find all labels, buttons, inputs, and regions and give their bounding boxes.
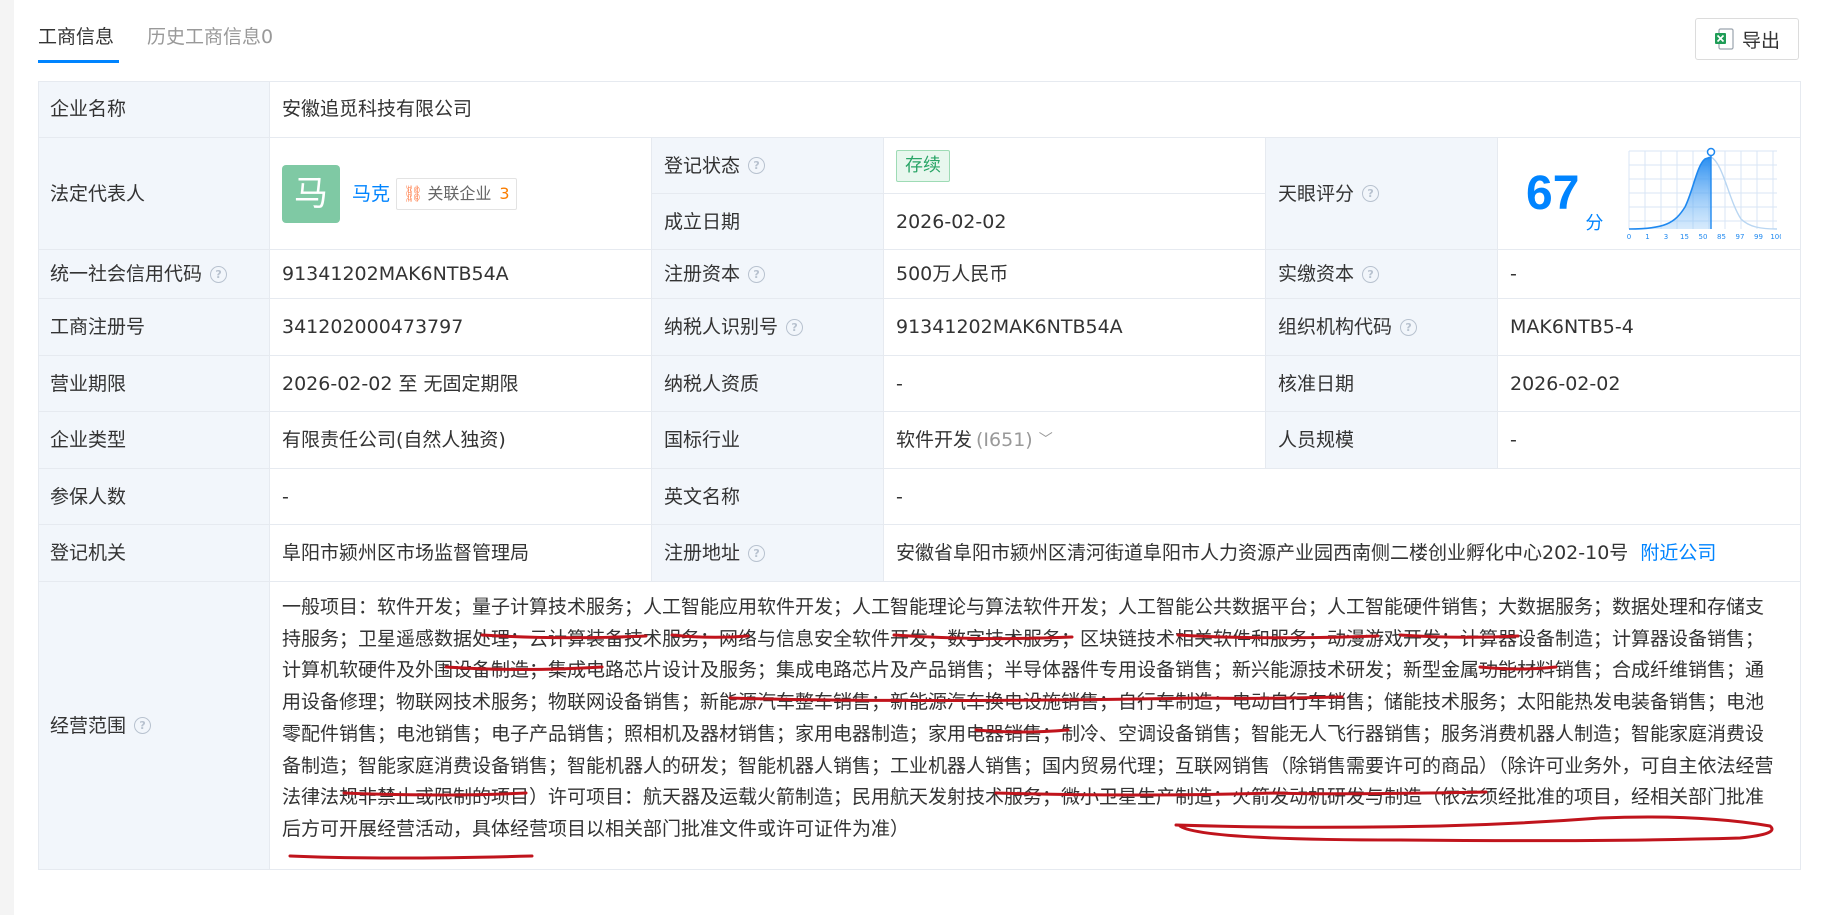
- label-insured: 参保人数: [38, 469, 270, 525]
- legal-rep-name-link[interactable]: 马克: [352, 181, 390, 207]
- help-icon[interactable]: ?: [786, 318, 804, 336]
- related-companies-label: 关联企业: [427, 183, 492, 203]
- export-button[interactable]: 导出: [1695, 18, 1799, 60]
- tianyan-score-cell[interactable]: 67 分 0 1 3 15 50 85 97 99 100: [1498, 138, 1801, 250]
- industry-dropdown[interactable]: 软件开发 (I651) ﹀: [884, 412, 1266, 469]
- label-industry: 国标行业: [652, 412, 884, 469]
- label-reg-capital-text: 注册资本: [664, 263, 741, 285]
- help-icon[interactable]: ?: [134, 717, 152, 734]
- label-scope: 经营范围?: [38, 582, 270, 870]
- score-tick-label: 3: [1664, 233, 1668, 241]
- value-approval-date: 2026-02-02: [1498, 356, 1801, 412]
- score-value: 67: [1526, 166, 1580, 220]
- label-paid-capital: 实缴资本?: [1266, 250, 1498, 299]
- label-reg-number: 工商注册号: [38, 299, 270, 356]
- value-org-code: MAK6NTB5-4: [1498, 299, 1801, 356]
- business-info-table: 企业名称 安徽追觅科技有限公司 法定代表人 马 马克 ⛓ 关联企业 3 登记状态?…: [38, 81, 1801, 870]
- chevron-down-icon: ﹀: [1038, 432, 1053, 448]
- label-reg-status: 登记状态?: [652, 138, 884, 194]
- label-staff-size: 人员规模: [1266, 412, 1498, 469]
- label-credit-code-text: 统一社会信用代码: [50, 263, 203, 285]
- label-taxpayer-id-text: 纳税人识别号: [664, 316, 779, 338]
- score-tick-label: 1: [1646, 233, 1650, 241]
- score-tick-label: 97: [1736, 233, 1745, 241]
- value-industry: 软件开发: [896, 429, 973, 451]
- score-tick-label: 15: [1680, 233, 1689, 241]
- label-company-type: 企业类型: [38, 412, 270, 469]
- value-address: 安徽省阜阳市颍州区清河街道阜阳市人力资源产业园西南侧二楼创业孵化中心202-10…: [896, 542, 1629, 564]
- label-scope-text: 经营范围: [50, 714, 127, 737]
- network-icon: ⛓: [403, 183, 424, 203]
- value-reg-capital: 500万人民币: [884, 250, 1266, 299]
- value-taxpayer-id: 91341202MAK6NTB54A: [884, 299, 1266, 356]
- help-icon[interactable]: ?: [210, 265, 228, 283]
- label-paid-capital-text: 实缴资本: [1278, 263, 1355, 285]
- label-org-code: 组织机构代码?: [1266, 299, 1498, 356]
- value-english-name: -: [884, 469, 1801, 525]
- value-company-name: 安徽追觅科技有限公司: [270, 81, 1801, 138]
- help-icon[interactable]: ?: [1362, 265, 1380, 283]
- label-reg-status-text: 登记状态: [664, 154, 741, 177]
- value-credit-code: 91341202MAK6NTB54A: [270, 250, 652, 299]
- legal-rep-cell: 马 马克 ⛓ 关联企业 3: [270, 138, 652, 250]
- label-authority: 登记机关: [38, 525, 270, 582]
- label-company-name: 企业名称: [38, 81, 270, 138]
- label-tianyan-score-text: 天眼评分: [1278, 182, 1355, 205]
- nearby-companies-link[interactable]: 附近公司: [1640, 540, 1716, 566]
- value-insured: -: [270, 469, 652, 525]
- related-companies-count: 3: [499, 183, 510, 203]
- industry-code: (I651): [976, 429, 1033, 451]
- label-term: 营业期限: [38, 356, 270, 412]
- value-authority: 阜阳市颍州区市场监督管理局: [270, 525, 652, 582]
- label-founded: 成立日期: [652, 194, 884, 250]
- value-taxpayer-qual: -: [884, 356, 1266, 412]
- active-tab-indicator: [38, 60, 119, 63]
- value-staff-size: -: [1498, 412, 1801, 469]
- help-icon[interactable]: ?: [748, 265, 766, 283]
- score-tick-label: 0: [1627, 233, 1631, 241]
- label-tianyan-score: 天眼评分?: [1266, 138, 1498, 250]
- help-icon[interactable]: ?: [1400, 318, 1418, 336]
- label-reg-capital: 注册资本?: [652, 250, 884, 299]
- label-address-text: 注册地址: [664, 542, 741, 564]
- value-founded: 2026-02-02: [884, 194, 1266, 250]
- help-icon[interactable]: ?: [1362, 185, 1380, 202]
- tab-history-business-info[interactable]: 历史工商信息0: [147, 24, 273, 50]
- label-approval-date: 核准日期: [1266, 356, 1498, 412]
- value-term: 2026-02-02 至 无固定期限: [270, 356, 652, 412]
- value-scope: 一般项目：软件开发；量子计算技术服务；人工智能应用软件开发；人工智能理论与算法软…: [282, 596, 1774, 840]
- help-icon[interactable]: ?: [748, 544, 766, 562]
- value-reg-number: 341202000473797: [270, 299, 652, 356]
- score-distribution-chart: 0 1 3 15 50 85 97 99 100: [1627, 147, 1782, 241]
- label-taxpayer-qual: 纳税人资质: [652, 356, 884, 412]
- export-label: 导出: [1741, 29, 1780, 52]
- value-reg-status-cell: 存续: [884, 138, 1266, 194]
- label-org-code-text: 组织机构代码: [1278, 316, 1393, 338]
- score-tick-label: 99: [1754, 233, 1763, 241]
- scope-cell: 一般项目：软件开发；量子计算技术服务；人工智能应用软件开发；人工智能理论与算法软…: [270, 582, 1801, 870]
- label-address: 注册地址?: [652, 525, 884, 582]
- score-tick-label: 85: [1717, 233, 1726, 241]
- help-icon[interactable]: ?: [748, 157, 766, 174]
- address-cell: 安徽省阜阳市颍州区清河街道阜阳市人力资源产业园西南侧二楼创业孵化中心202-10…: [884, 525, 1801, 582]
- score-tick-label: 100: [1771, 233, 1782, 241]
- tab-business-info[interactable]: 工商信息: [38, 24, 114, 50]
- avatar[interactable]: 马: [282, 164, 340, 223]
- score-tick-label: 50: [1699, 233, 1708, 241]
- score-unit: 分: [1585, 213, 1604, 234]
- value-company-type: 有限责任公司(自然人独资): [270, 412, 652, 469]
- value-paid-capital: -: [1498, 250, 1801, 299]
- related-companies-tag[interactable]: ⛓ 关联企业 3: [396, 177, 517, 210]
- status-badge: 存续: [896, 149, 950, 182]
- label-english-name: 英文名称: [652, 469, 884, 525]
- excel-icon: [1714, 28, 1734, 50]
- label-taxpayer-id: 纳税人识别号?: [652, 299, 884, 356]
- label-legal-rep: 法定代表人: [38, 138, 270, 250]
- label-credit-code: 统一社会信用代码?: [38, 250, 270, 299]
